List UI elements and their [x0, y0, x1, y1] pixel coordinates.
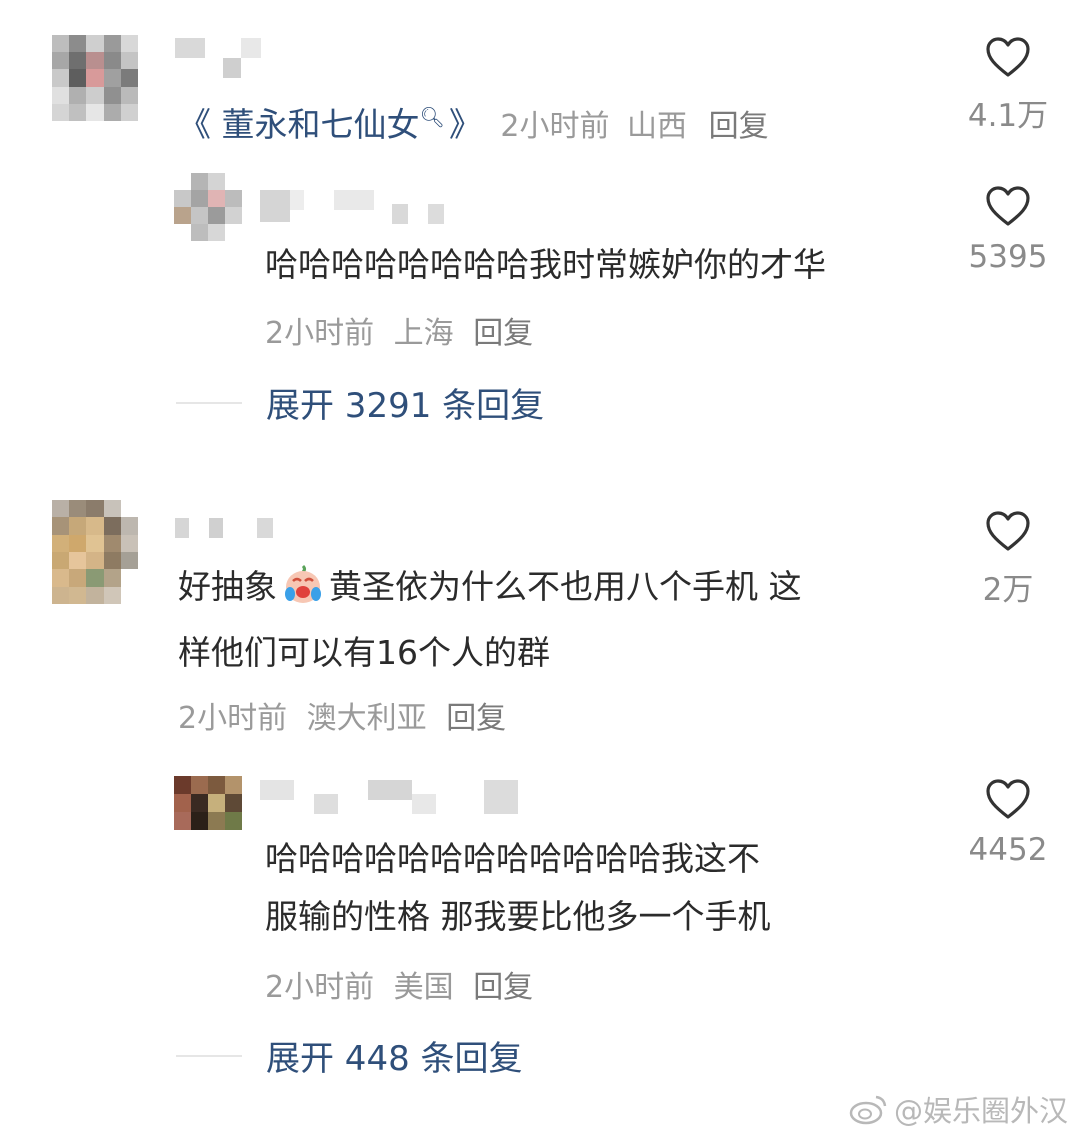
avatar[interactable] — [174, 173, 242, 241]
avatar[interactable] — [174, 776, 242, 830]
reply-location: 美国 — [393, 970, 454, 1005]
reply-button[interactable]: 回复 — [473, 316, 533, 351]
comment-line2: 样他们可以有16个人的群 — [178, 633, 550, 672]
topic-link[interactable]: 《 董永和七仙女 — [178, 105, 420, 144]
reply-text: 哈哈哈哈哈哈哈哈我时常嫉妒你的才华 — [265, 245, 826, 284]
comment-meta: 2小时前 澳大利亚 回复 — [178, 693, 506, 737]
like-count: 2万 — [982, 572, 1034, 608]
watermark: @娱乐圈外汉 — [848, 1088, 1068, 1130]
like-button[interactable]: 4452 — [958, 778, 1058, 868]
crying-laughing-emoji-icon — [281, 562, 325, 624]
reply-line2: 服输的性格 那我要比他多一个手机 — [265, 897, 771, 936]
topic-link-suffix: 》 — [448, 105, 482, 144]
reply-button[interactable]: 回复 — [709, 109, 769, 144]
reply-meta: 2小时前 上海 回复 — [265, 308, 533, 352]
reply-meta: 2小时前 美国 回复 — [265, 962, 533, 1006]
avatar[interactable] — [52, 500, 138, 604]
comment-text: 《 董永和七仙女🔍︎ 》 2小时前 山西 回复 — [178, 88, 769, 156]
divider-line — [176, 401, 242, 404]
heart-outline-icon — [986, 511, 1030, 551]
username-blurred[interactable] — [175, 518, 273, 538]
username-blurred[interactable] — [260, 780, 518, 814]
like-button[interactable]: 2万 — [958, 510, 1058, 609]
like-button[interactable]: 5395 — [958, 185, 1058, 275]
reply-button[interactable]: 回复 — [473, 970, 533, 1005]
username-blurred[interactable] — [175, 38, 261, 78]
reply-text: 哈哈哈哈哈哈哈哈哈哈哈哈我这不 服输的性格 那我要比他多一个手机 — [265, 830, 955, 946]
watermark-text: @娱乐圈外汉 — [893, 1094, 1068, 1128]
comment-time: 2小时前 — [178, 701, 288, 736]
comment-location: 澳大利亚 — [306, 701, 427, 736]
weibo-logo-icon — [849, 1095, 887, 1125]
heart-outline-icon — [986, 779, 1030, 819]
expand-replies-button[interactable]: 展开 448 条回复 — [176, 1031, 523, 1080]
comment-line1: 好抽象 — [178, 567, 277, 606]
comment-meta: 2小时前 山西 回复 — [500, 109, 768, 144]
like-count: 5395 — [968, 239, 1048, 275]
comment-text: 好抽象 黄圣依为什么不也用八个手机 这 样他们可以有16个人的群 — [178, 558, 938, 682]
like-count: 4452 — [968, 832, 1048, 868]
comment-time: 2小时前 — [500, 109, 610, 144]
reply-line1: 哈哈哈哈哈哈哈哈哈哈哈哈我这不 — [265, 839, 760, 878]
comment-line1-rest: 黄圣依为什么不也用八个手机 这 — [329, 567, 802, 606]
heart-outline-icon — [986, 37, 1030, 77]
reply-button[interactable]: 回复 — [446, 701, 506, 736]
like-count: 4.1万 — [967, 98, 1049, 134]
reply-location: 上海 — [393, 316, 454, 351]
search-icon: 🔍︎ — [419, 105, 445, 129]
expand-replies-button[interactable]: 展开 3291 条回复 — [176, 378, 544, 427]
divider-line — [176, 1054, 242, 1057]
avatar[interactable] — [52, 35, 138, 121]
like-button[interactable]: 4.1万 — [958, 36, 1058, 135]
username-blurred[interactable] — [260, 190, 444, 224]
expand-replies-label: 展开 448 条回复 — [266, 1039, 523, 1079]
heart-outline-icon — [986, 186, 1030, 226]
reply-time: 2小时前 — [265, 970, 375, 1005]
comment-location: 山西 — [627, 109, 688, 144]
expand-replies-label: 展开 3291 条回复 — [266, 386, 545, 426]
reply-time: 2小时前 — [265, 316, 375, 351]
